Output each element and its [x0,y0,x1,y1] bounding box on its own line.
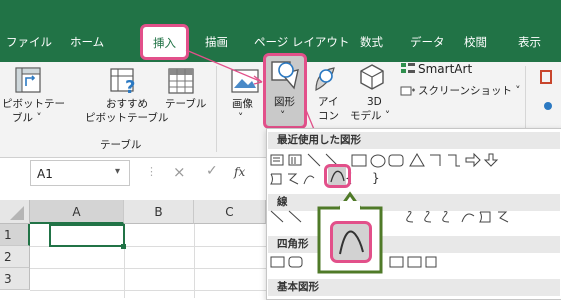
recent-shapes-row-1[interactable] [268,152,530,172]
recent-shapes-header: 最近使用した図形 [268,132,560,149]
row-header-3[interactable]: 3 [0,268,30,290]
insert-function-icon[interactable]: fx [234,165,245,179]
row-header-2[interactable]: 2 [0,246,30,268]
fill-handle[interactable] [121,244,126,249]
column-header-a[interactable]: A [30,200,124,224]
name-box-dropdown-icon[interactable]: ▾ [115,166,120,177]
right-brace-icon[interactable]: } [372,171,380,185]
lines-row[interactable] [268,208,530,226]
active-cell-a1[interactable] [49,224,125,247]
curve-zoom-icon [339,230,364,255]
curve-highlight-box [324,164,351,188]
name-box-value: A1 [37,167,53,181]
cancel-icon[interactable]: × [173,163,186,181]
select-all-corner[interactable] [0,200,30,224]
gridline [194,224,195,298]
row-header-1[interactable]: 1 [0,224,30,246]
curve-zoom-highlight [330,221,372,263]
gridline [30,290,266,291]
column-header-c[interactable]: C [194,200,266,224]
gridline [30,268,266,269]
formula-separator-icon: ⋮ [146,165,157,178]
enter-icon[interactable]: ✓ [206,163,218,179]
name-box[interactable]: A1 ▾ [30,160,130,186]
column-header-b[interactable]: B [124,200,194,224]
